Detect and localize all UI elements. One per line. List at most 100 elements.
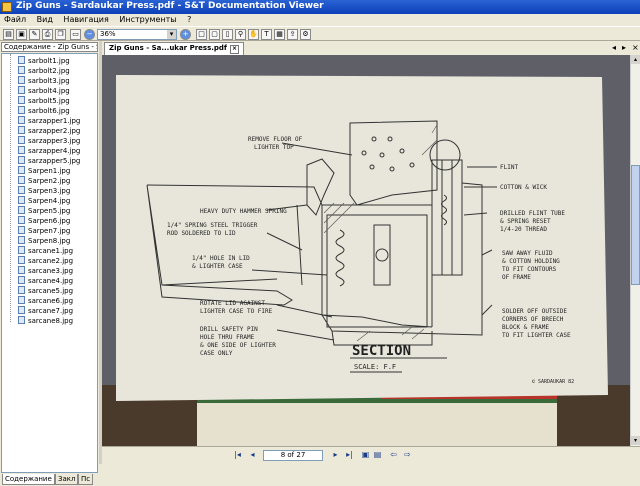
- menu-tools[interactable]: Инструменты: [115, 14, 180, 25]
- tree-item[interactable]: sarbolt2.jpg: [18, 66, 70, 76]
- tree-item[interactable]: sarcane7.jpg: [18, 306, 73, 316]
- zoom-out-icon[interactable]: −: [84, 29, 95, 40]
- file-icon: [18, 266, 25, 274]
- tab-scroll-right-icon[interactable]: ▸: [622, 43, 626, 52]
- edit-icon[interactable]: ✎: [29, 29, 40, 40]
- select-text-icon[interactable]: T: [261, 29, 272, 40]
- drawing-label: CORNERS OF BREECH: [502, 316, 564, 323]
- tree-item[interactable]: Sarpen1.jpg: [18, 166, 70, 176]
- navigation-bar: |◂ ◂ 8 of 27 ▸ ▸| ▣ ▤ ⇦ ⇨: [102, 446, 640, 464]
- export-icon[interactable]: ⇪: [287, 29, 298, 40]
- tree-item[interactable]: sarcane6.jpg: [18, 296, 73, 306]
- scroll-down-icon[interactable]: ▾: [631, 436, 640, 445]
- tree-item[interactable]: sarzapper5.jpg: [18, 156, 80, 166]
- tree-item[interactable]: sarbolt1.jpg: [18, 56, 70, 66]
- tree-item-label: sarcane8.jpg: [28, 317, 74, 325]
- single-view-icon[interactable]: ▣: [360, 450, 371, 461]
- document-viewer[interactable]: REMOVE FLOOR OF LIGHTER TOP FLINT COTTON…: [102, 55, 630, 446]
- history-back-icon[interactable]: ⇦: [388, 450, 399, 461]
- print-icon[interactable]: ⎙: [42, 29, 53, 40]
- tree-item-label: sarzapper5.jpg: [28, 157, 81, 165]
- tree-item[interactable]: sarcane1.jpg: [18, 246, 73, 256]
- document-tab[interactable]: Zip Guns - Sa...ukar Press.pdf ×: [104, 42, 244, 55]
- menu-view[interactable]: Вид: [33, 14, 57, 25]
- single-page-icon[interactable]: ▯: [222, 29, 233, 40]
- menu-file[interactable]: Файл: [0, 14, 30, 25]
- drawing-label: LIGHTER CASE TO FIRE: [200, 308, 273, 315]
- drawing-label: & LIGHTER CASE: [192, 263, 243, 270]
- tree-item[interactable]: Sarpen5.jpg: [18, 206, 70, 216]
- open-folder-icon[interactable]: ▤: [3, 29, 14, 40]
- contents-panel: Содержание - Zip Guns - Sardaukar Press.…: [0, 41, 99, 485]
- tree-item[interactable]: sarbolt5.jpg: [18, 96, 70, 106]
- tree-item[interactable]: sarzapper3.jpg: [18, 136, 80, 146]
- tree-item[interactable]: Sarpen8.jpg: [18, 236, 70, 246]
- next-page-icon[interactable]: ▸: [330, 450, 341, 461]
- settings-icon[interactable]: ⚙: [300, 29, 311, 40]
- tree-item[interactable]: sarcane4.jpg: [18, 276, 73, 286]
- drawing-label: SAW AWAY FLUID: [502, 250, 553, 257]
- tab-close-icon[interactable]: ×: [632, 43, 639, 52]
- drawing-label: CASE ONLY: [200, 350, 233, 357]
- tree-item[interactable]: sarcane5.jpg: [18, 286, 73, 296]
- drawing-label: ROTATE LID AGAINST: [200, 300, 265, 307]
- file-icon: [18, 296, 25, 304]
- tree-item[interactable]: Sarpen6.jpg: [18, 216, 70, 226]
- tree-item[interactable]: sarbolt4.jpg: [18, 86, 70, 96]
- tree-item[interactable]: sarbolt3.jpg: [18, 76, 70, 86]
- tree-item[interactable]: sarbolt6.jpg: [18, 106, 70, 116]
- scale-label: SCALE: F.F: [354, 363, 396, 371]
- continuous-view-icon[interactable]: ▤: [372, 450, 383, 461]
- tree-item[interactable]: Sarpen2.jpg: [18, 176, 70, 186]
- first-page-icon[interactable]: |◂: [232, 450, 243, 461]
- page-indicator[interactable]: 8 of 27: [263, 450, 323, 461]
- tree-item-label: sarbolt2.jpg: [28, 67, 70, 75]
- last-page-icon[interactable]: ▸|: [344, 450, 355, 461]
- select-image-icon[interactable]: ▦: [274, 29, 285, 40]
- vertical-scrollbar[interactable]: ▴ ▾: [630, 55, 640, 446]
- file-icon: [18, 186, 25, 194]
- tree-item-label: sarcane7.jpg: [28, 307, 74, 315]
- file-icon: [18, 246, 25, 254]
- scroll-up-icon[interactable]: ▴: [631, 55, 640, 64]
- chevron-down-icon[interactable]: ▾: [167, 30, 176, 39]
- tree-item[interactable]: Sarpen3.jpg: [18, 186, 70, 196]
- tree-item[interactable]: sarcane3.jpg: [18, 266, 73, 276]
- file-icon: [18, 276, 25, 284]
- hand-tool-icon[interactable]: ✋: [248, 29, 259, 40]
- tree-item[interactable]: Sarpen7.jpg: [18, 226, 70, 236]
- tree-item[interactable]: sarzapper2.jpg: [18, 126, 80, 136]
- file-icon: [18, 96, 25, 104]
- drawing-label: DRILLED FLINT TUBE: [500, 210, 565, 217]
- tree-item[interactable]: sarzapper4.jpg: [18, 146, 80, 156]
- tab-contents[interactable]: Содержание: [2, 474, 55, 485]
- copy-page-icon[interactable]: ▭: [70, 29, 81, 40]
- copy-icon[interactable]: ❐: [55, 29, 66, 40]
- file-icon: [18, 316, 25, 324]
- zoom-select[interactable]: 36% ▾: [97, 29, 177, 40]
- close-icon[interactable]: ×: [229, 45, 239, 54]
- tree-item[interactable]: sarzapper1.jpg: [18, 116, 80, 126]
- fit-width-icon[interactable]: □: [196, 29, 207, 40]
- fit-page-icon[interactable]: ▢: [209, 29, 220, 40]
- tab-search[interactable]: Пс: [78, 474, 94, 485]
- app-icon: [2, 2, 12, 12]
- drawing-label: TO FIT CONTOURS: [502, 266, 557, 273]
- history-forward-icon[interactable]: ⇨: [402, 450, 413, 461]
- tree-item-label: Sarpen6.jpg: [28, 217, 71, 225]
- menu-navigation[interactable]: Навигация: [59, 14, 112, 25]
- drawing-label: TO FIT LIGHTER CASE: [502, 332, 571, 339]
- find-icon[interactable]: ⚲: [235, 29, 246, 40]
- save-icon[interactable]: ▣: [16, 29, 27, 40]
- tree-item[interactable]: Sarpen4.jpg: [18, 196, 70, 206]
- previous-page-icon[interactable]: ◂: [247, 450, 258, 461]
- tab-bookmarks[interactable]: Закл: [55, 474, 79, 485]
- tree-item[interactable]: sarcane8.jpg: [18, 316, 73, 326]
- zoom-in-icon[interactable]: +: [180, 29, 191, 40]
- tree-item[interactable]: sarcane2.jpg: [18, 256, 73, 266]
- title-bar: Zip Guns - Sardaukar Press.pdf - S&T Doc…: [0, 0, 640, 14]
- menu-help[interactable]: ?: [183, 14, 195, 25]
- tree-item-label: sarcane4.jpg: [28, 277, 74, 285]
- tab-scroll-left-icon[interactable]: ◂: [612, 43, 616, 52]
- scroll-thumb[interactable]: [631, 165, 640, 285]
